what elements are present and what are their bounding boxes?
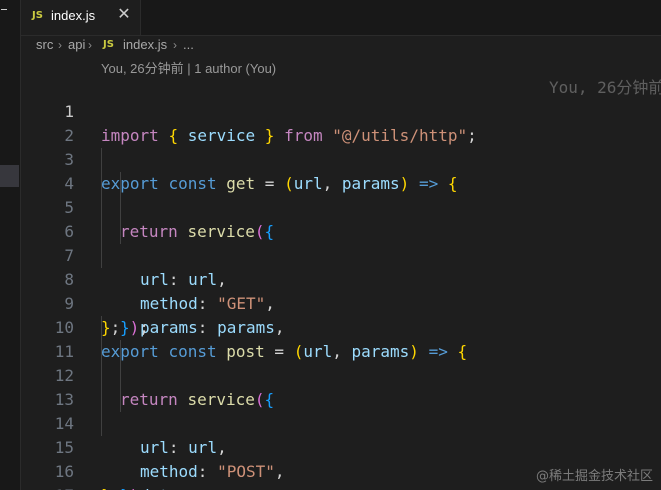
- code-line: 3 export const get = (url, params) => {: [0, 124, 661, 193]
- indent-guide: [120, 172, 121, 196]
- breadcrumb-item-symbols[interactable]: ...: [183, 37, 194, 52]
- code-line: 15 });: [0, 412, 661, 490]
- breadcrumb-item-file[interactable]: index.js: [123, 37, 167, 52]
- code-line: 4 return service({: [0, 148, 661, 241]
- code-line: 13 method: "POST",: [0, 364, 661, 481]
- code-line: 10 export const post = (url, params) => …: [0, 292, 661, 361]
- breadcrumb-item-src[interactable]: src: [36, 37, 53, 52]
- chevron-right-icon: ›: [58, 38, 62, 52]
- code-line: 12 url: url,: [0, 340, 661, 457]
- code-line: 2: [0, 100, 661, 145]
- code-line: 11 return service({: [0, 316, 661, 409]
- indent-guide: [101, 364, 102, 388]
- code-line: 5 url: url,: [0, 172, 661, 289]
- indent-guide: [101, 412, 102, 436]
- inline-blame: You, 26分钟前: [549, 78, 661, 97]
- code-line: 7 params: params,: [0, 220, 661, 337]
- indent-guide: [101, 340, 102, 364]
- code-line: 9 };: [0, 268, 661, 337]
- code-line: 14 data: params,: [0, 388, 661, 490]
- code-text: data: params,: [140, 484, 265, 490]
- chevron-right-icon: ›: [88, 38, 92, 52]
- code-line: 1 import { service } from "@/utils/http"…: [0, 76, 661, 145]
- javascript-file-icon: JS: [103, 39, 114, 50]
- breadcrumb: src › api › JS index.js › ...: [21, 35, 661, 57]
- watermark: @稀土掘金技术社区: [535, 469, 653, 484]
- javascript-file-icon: JS: [32, 10, 43, 21]
- indent-guide: [120, 220, 121, 244]
- indent-guide: [101, 196, 102, 220]
- chevron-right-icon: ›: [173, 38, 177, 52]
- code-line: 6 method: "GET",: [0, 196, 661, 313]
- code-text: });: [120, 484, 149, 490]
- indent-guide: [101, 316, 102, 340]
- collapse-chevron-icon[interactable]: [1, 9, 7, 10]
- indent-guide: [120, 364, 121, 388]
- tab-title: index.js: [51, 8, 96, 23]
- close-tab-icon[interactable]: ✕: [115, 3, 133, 25]
- indent-guide: [101, 148, 102, 172]
- tab-index-js[interactable]: JS index.js ✕: [21, 0, 141, 35]
- indent-guide: [101, 388, 102, 412]
- breadcrumb-item-api[interactable]: api: [68, 37, 85, 52]
- indent-guide: [101, 244, 102, 268]
- code-editor[interactable]: 1 import { service } from "@/utils/http"…: [0, 76, 661, 490]
- indent-guide: [120, 196, 121, 220]
- code-line: 8 });: [0, 244, 661, 337]
- indent-guide: [120, 388, 121, 412]
- indent-guide: [101, 220, 102, 244]
- code-text: };: [101, 484, 120, 490]
- indent-guide: [101, 172, 102, 196]
- code-line: 16 };: [0, 436, 661, 490]
- line-number: 17: [40, 484, 74, 490]
- tab-bar: JS index.js ✕: [21, 0, 661, 36]
- indent-guide: [120, 340, 121, 364]
- code-lens-author[interactable]: You, 26分钟前 | 1 author (You): [101, 58, 276, 77]
